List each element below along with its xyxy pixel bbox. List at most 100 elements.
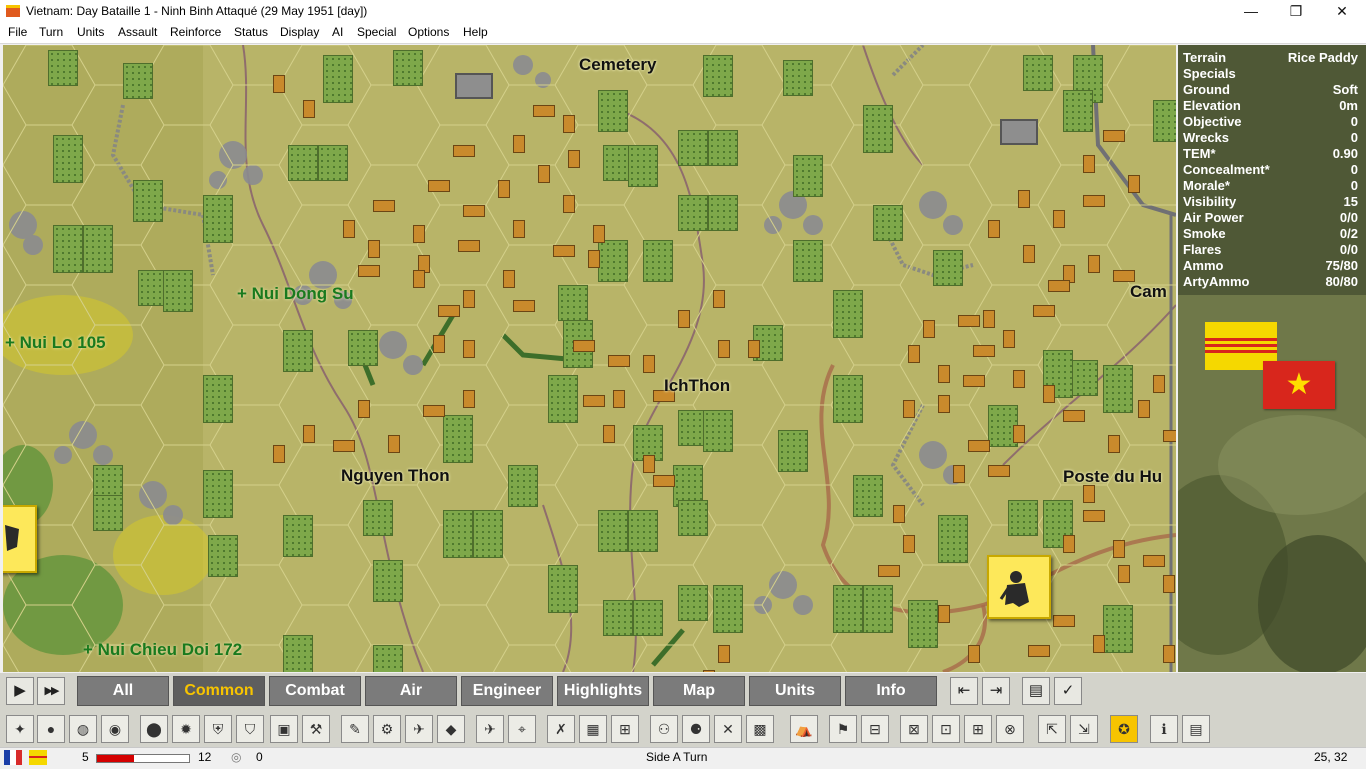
building-icon [973, 345, 995, 357]
save-icon[interactable]: ▤ [1022, 677, 1050, 705]
building-icon [1003, 330, 1015, 348]
end-turn-icon[interactable]: ✓ [1054, 677, 1082, 705]
tab-air[interactable]: Air [365, 676, 457, 706]
play-button[interactable]: ▶ [6, 677, 34, 705]
tab-all[interactable]: All [77, 676, 169, 706]
next-icon[interactable]: ⇱ [1038, 715, 1066, 743]
dig-icon[interactable]: ⚒ [302, 715, 330, 743]
tank-icon[interactable]: ▩ [746, 715, 774, 743]
truck-icon[interactable]: ▦ [579, 715, 607, 743]
forest-tile [208, 535, 238, 577]
tab-common[interactable]: Common [173, 676, 265, 706]
bunker-icon [455, 73, 493, 99]
detach-icon[interactable]: ⊞ [964, 715, 992, 743]
menu-special[interactable]: Special [357, 25, 396, 39]
shield-icon[interactable]: ⛨ [204, 715, 232, 743]
tab-highlights[interactable]: Highlights [557, 676, 649, 706]
load-icon[interactable]: ⊞ [611, 715, 639, 743]
mortar-icon[interactable]: ⚙ [373, 715, 401, 743]
building-icon [1043, 385, 1055, 403]
group-icon[interactable]: ⚇ [650, 715, 678, 743]
info-row: Terrain Rice Paddy [1183, 50, 1358, 65]
hex-map[interactable]: Cemetery IchThon Nguyen Thon Poste du Hu… [3, 45, 1176, 672]
smoke-icon[interactable]: ◍ [69, 715, 97, 743]
unit-counter[interactable] [987, 555, 1051, 619]
prev-unit-icon[interactable]: ⇤ [950, 677, 978, 705]
forest-tile [1023, 55, 1053, 91]
fire-icon[interactable]: ✦ [6, 715, 34, 743]
forest-tile [558, 285, 588, 321]
building-icon [438, 305, 460, 317]
menu-units[interactable]: Units [77, 25, 104, 39]
flare-icon[interactable]: ◉ [101, 715, 129, 743]
menu-display[interactable]: Display [280, 25, 319, 39]
tab-info[interactable]: Info [845, 676, 937, 706]
building-icon [463, 340, 475, 358]
building-icon [653, 475, 675, 487]
building-icon [938, 365, 950, 383]
unit-counter[interactable] [3, 505, 37, 573]
maximize-button[interactable]: ❐ [1273, 0, 1319, 23]
report-icon[interactable]: ▤ [1182, 715, 1210, 743]
helicopter-icon[interactable]: ✈ [476, 715, 504, 743]
flag-icon[interactable]: ⚑ [829, 715, 857, 743]
menu-ai[interactable]: AI [332, 25, 343, 39]
sniper-icon[interactable]: ✗ [547, 715, 575, 743]
building-icon [358, 265, 380, 277]
menu-status[interactable]: Status [234, 25, 268, 39]
assault-icon[interactable]: ⬤ [140, 715, 168, 743]
tab-map[interactable]: Map [653, 676, 745, 706]
hex-coordinates: 25, 32 [1314, 750, 1348, 764]
bunker-icon [1000, 119, 1038, 145]
rifle-icon[interactable]: ✎ [341, 715, 369, 743]
highlight-icon[interactable]: ✪ [1110, 715, 1138, 743]
combine-icon[interactable]: ⊠ [900, 715, 928, 743]
next-unit-icon[interactable]: ⇥ [982, 677, 1010, 705]
building-icon [368, 240, 380, 258]
vehicle-icon[interactable]: ▣ [270, 715, 298, 743]
building-icon [1163, 575, 1175, 593]
bomb-icon[interactable]: ◆ [437, 715, 465, 743]
org-icon[interactable]: ⊟ [861, 715, 889, 743]
forest-tile [678, 195, 708, 231]
map-label-cemetery: Cemetery [579, 55, 657, 74]
menu-help[interactable]: Help [463, 25, 488, 39]
info-row: Wrecks 0 [1183, 130, 1358, 145]
fast-forward-button[interactable]: ▶▶ [37, 677, 65, 705]
building-icon [453, 145, 475, 157]
menu-turn[interactable]: Turn [39, 25, 63, 39]
cross-icon[interactable]: ✕ [714, 715, 742, 743]
menu-options[interactable]: Options [408, 25, 449, 39]
menu-reinforce[interactable]: Reinforce [170, 25, 221, 39]
forest-tile [163, 270, 193, 312]
building-icon [333, 440, 355, 452]
reserve-value: 0 [256, 750, 263, 764]
mark-icon[interactable]: ⊗ [996, 715, 1024, 743]
tent-icon[interactable]: ⛺ [790, 715, 818, 743]
tab-combat[interactable]: Combat [269, 676, 361, 706]
info-icon[interactable]: ℹ [1150, 715, 1178, 743]
side-a-value: 5 [82, 750, 89, 764]
menu-assault[interactable]: Assault [118, 25, 157, 39]
menu-file[interactable]: File [8, 25, 27, 39]
explosion-icon[interactable]: ✹ [172, 715, 200, 743]
building-icon [1163, 430, 1176, 442]
building-icon [1138, 400, 1150, 418]
move-group-icon[interactable]: ⚈ [682, 715, 710, 743]
building-icon [603, 425, 615, 443]
forest-tile [1103, 605, 1133, 653]
tab-units[interactable]: Units [749, 676, 841, 706]
minimize-button[interactable]: — [1228, 0, 1274, 23]
building-icon [463, 205, 485, 217]
recon-icon[interactable]: ⌖ [508, 715, 536, 743]
close-button[interactable]: ✕ [1319, 0, 1365, 23]
grenade-icon[interactable]: ● [37, 715, 65, 743]
tab-engineer[interactable]: Engineer [461, 676, 553, 706]
artillery-icon[interactable]: ✈ [405, 715, 433, 743]
skip-icon[interactable]: ⇲ [1070, 715, 1098, 743]
info-row: Ammo 75/80 [1183, 258, 1358, 273]
split-icon[interactable]: ⊡ [932, 715, 960, 743]
building-icon [513, 220, 525, 238]
building-icon [1013, 370, 1025, 388]
defend-icon[interactable]: ⛉ [236, 715, 264, 743]
